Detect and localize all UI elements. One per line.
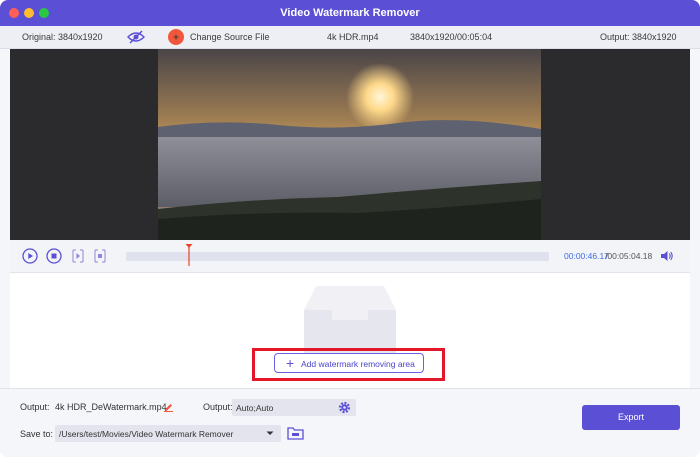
output-format-value: Auto;Auto bbox=[236, 403, 274, 413]
output-format-label: Output: bbox=[203, 402, 233, 412]
bottom-panel: Output: 4k HDR_DeWatermark.mp4 Output: A… bbox=[0, 388, 700, 457]
save-path-select[interactable]: /Users/test/Movies/Video Watermark Remov… bbox=[55, 425, 281, 442]
playhead-marker[interactable] bbox=[185, 243, 193, 267]
set-start-icon[interactable] bbox=[70, 248, 86, 264]
set-end-icon[interactable] bbox=[92, 248, 108, 264]
output-name-label: Output: bbox=[20, 402, 50, 412]
app-window: Video Watermark Remover Original: 3840x1… bbox=[0, 0, 700, 457]
stop-icon[interactable] bbox=[46, 248, 62, 264]
original-resolution: Original: 3840x1920 bbox=[22, 32, 103, 42]
save-path-value: /Users/test/Movies/Video Watermark Remov… bbox=[59, 429, 234, 439]
playback-controls: 00:00:46.17 /00:05:04.18 bbox=[10, 240, 690, 273]
total-time: /00:05:04.18 bbox=[605, 251, 653, 261]
output-format-select[interactable]: Auto;Auto bbox=[232, 399, 356, 416]
change-source-button[interactable]: Change Source File bbox=[190, 32, 270, 42]
add-watermark-area-button[interactable]: + Add watermark removing area bbox=[274, 353, 424, 373]
resolution-duration: 3840x1920/00:05:04 bbox=[410, 32, 493, 42]
output-resolution: Output: 3840x1920 bbox=[600, 32, 677, 42]
current-time: 00:00:46.17 bbox=[564, 251, 609, 261]
eye-slash-icon[interactable] bbox=[127, 30, 145, 44]
play-icon[interactable] bbox=[22, 248, 38, 264]
file-name: 4k HDR.mp4 bbox=[327, 32, 379, 42]
export-button[interactable]: Export bbox=[582, 405, 680, 430]
folder-icon[interactable] bbox=[287, 426, 304, 441]
output-filename: 4k HDR_DeWatermark.mp4 bbox=[55, 402, 167, 412]
video-preview bbox=[10, 49, 690, 240]
watermark-area: + Add watermark removing area bbox=[10, 273, 690, 388]
chevron-down-icon bbox=[266, 431, 274, 435]
video-frame bbox=[158, 49, 541, 240]
title-bar: Video Watermark Remover bbox=[0, 0, 700, 26]
info-bar: Original: 3840x1920 + Change Source File… bbox=[0, 26, 700, 49]
edit-icon[interactable] bbox=[163, 401, 174, 412]
add-source-icon[interactable]: + bbox=[168, 29, 184, 45]
gear-icon[interactable] bbox=[337, 400, 352, 415]
plus-icon: + bbox=[286, 355, 295, 371]
add-watermark-area-label: Add watermark removing area bbox=[301, 359, 415, 369]
save-to-label: Save to: bbox=[20, 429, 54, 439]
window-title: Video Watermark Remover bbox=[280, 7, 420, 19]
volume-icon[interactable] bbox=[660, 249, 674, 263]
